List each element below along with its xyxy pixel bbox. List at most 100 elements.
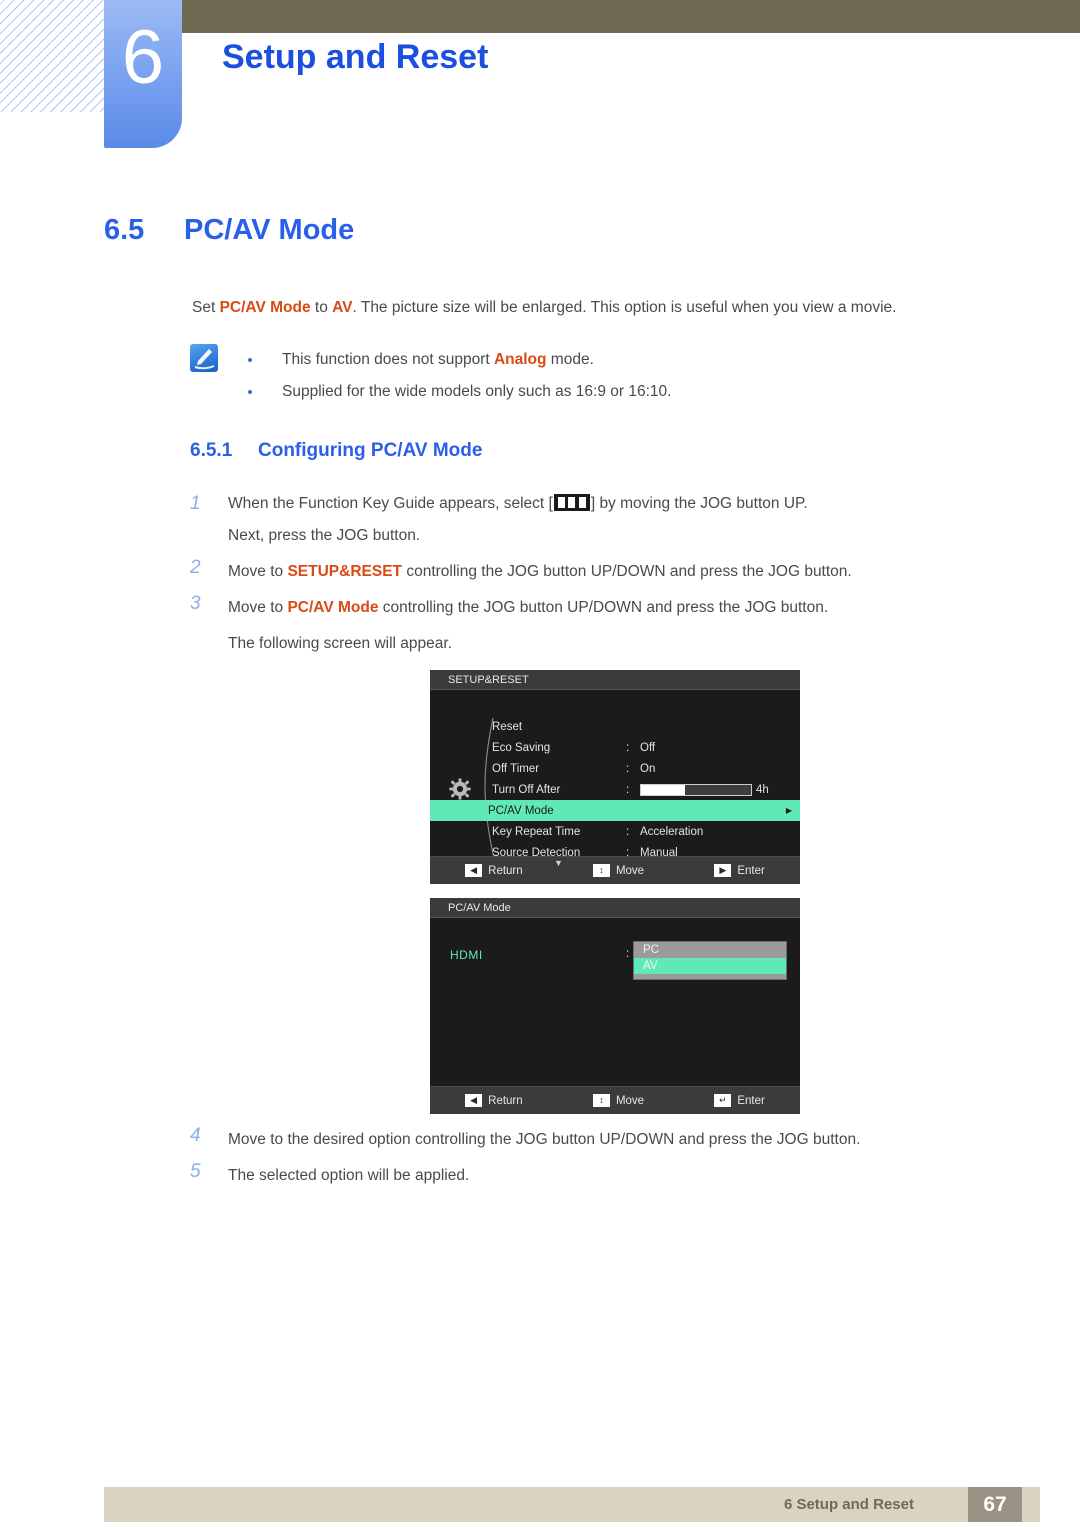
chapter-header: 6 Setup and Reset [0,0,1080,160]
pcav-mode-dropdown[interactable]: PC AV [634,942,786,979]
chapter-number: 6 [121,15,165,100]
note-text-2a: Supplied for the wide models only such a… [282,383,672,400]
step-text: The selected option will be applied. [228,1167,470,1184]
button-label: Return [488,1094,523,1107]
step-4: 4 Move to the desired option controlling… [190,1122,1020,1158]
intro-paragraph: Set PC/AV Mode to AV. The picture size w… [192,297,1022,319]
slider-value: 4h [756,783,769,796]
osd-move-button[interactable]: ↕ Move [592,1094,645,1107]
step-text: Move to the desired option controlling t… [228,1131,861,1148]
step-3-keyword: PC/AV Mode [287,599,379,616]
section-number: 6.5 [104,214,145,246]
enter-return-arrow-icon: ↵ [714,1094,732,1107]
button-label: Return [488,864,523,877]
note-keyword-analog: Analog [493,351,547,368]
page-number: 67 [968,1487,1022,1522]
row-value: Off [640,741,656,754]
row-colon: : [626,825,630,838]
row-label: Source Detection [492,846,581,859]
step-3-text-b: controlling the JOG button UP/DOWN and p… [378,599,829,616]
step-1-continuation: Next, press the JOG button. [228,527,421,544]
turn-off-after-slider[interactable]: 4h [640,783,769,796]
right-triangle-icon: ▶ [714,864,732,877]
steps-list-top: 1 When the Function Key Guide appears, s… [190,490,1020,662]
note-item: This function does not support Analog mo… [244,344,1004,376]
dropdown-option-pc[interactable]: PC [634,942,786,958]
row-label: Reset [492,720,523,733]
note-pen-icon [190,344,218,372]
button-label: Enter [737,1094,765,1107]
step-number: 5 [190,1161,201,1182]
osd-enter-button[interactable]: ▶ Enter [714,864,765,877]
slider-track[interactable] [640,783,752,796]
osd-row-key-repeat-time[interactable]: Key Repeat Time : Acceleration [430,821,800,842]
source-colon: : [626,948,630,960]
row-value: Acceleration [640,825,704,838]
page-footer: 6 Setup and Reset 67 [104,1487,1040,1522]
section-heading: 6.5 PC/AV Mode [104,214,354,247]
osd-row-eco-saving[interactable]: Eco Saving : Off [430,737,800,758]
osd-row-reset[interactable]: Reset [430,716,800,737]
subsection-heading: 6.5.1 Configuring PC/AV Mode [190,440,482,462]
row-value: On [640,762,656,775]
osd-row-source-detection[interactable]: Source Detection : Manual [430,842,800,863]
osd-row-off-timer[interactable]: Off Timer : On [430,758,800,779]
step-3-continuation: The following screen will appear. [228,635,453,652]
header-olive-bar [180,0,1080,33]
osd-return-button[interactable]: ◀ Return [465,1094,523,1107]
slider-fill [641,784,685,795]
subsection-title: Configuring PC/AV Mode [258,440,483,461]
osd-pcav-mode-panel: PC/AV Mode HDMI : PC AV ◀ Return ↕ Move … [430,898,800,1114]
step-1-text-b: ] by moving the JOG button UP. [590,495,808,512]
scroll-down-caret-icon[interactable]: ▼ [554,858,563,868]
up-down-arrow-icon: ↕ [592,1094,610,1107]
chapter-title: Setup and Reset [222,38,489,76]
step-number: 1 [190,493,201,514]
step-2-keyword: SETUP&RESET [287,563,403,580]
osd-return-button[interactable]: ◀ Return [465,864,523,877]
step-number: 3 [190,593,201,614]
dropdown-option-av[interactable]: AV [634,958,786,974]
left-triangle-icon: ◀ [465,864,483,877]
step-2-text-a: Move to [228,563,288,580]
button-label: Move [615,864,645,877]
row-label: Eco Saving [492,741,551,754]
osd-row-pcav-mode[interactable]: PC/AV Mode ▶ [430,800,800,821]
row-label: Off Timer [492,762,540,775]
intro-keyword-pcav: PC/AV Mode [219,299,311,316]
row-label: PC/AV Mode [488,804,554,817]
row-colon: : [626,783,630,796]
row-colon: : [626,762,630,775]
step-text: When the Function Key Guide appears, sel… [228,490,1020,518]
osd-move-button[interactable]: ↕ Move [592,864,645,877]
osd-title: SETUP&RESET [430,670,800,690]
osd-enter-button[interactable]: ↵ Enter [714,1094,765,1107]
step-3: 3 Move to PC/AV Mode controlling the JOG… [190,590,1020,662]
step-3-text-a: Move to [228,599,288,616]
row-colon: : [626,741,630,754]
row-value: Manual [640,846,678,859]
section-title: PC/AV Mode [184,214,355,246]
row-label: Key Repeat Time [492,825,581,838]
step-number: 2 [190,557,201,578]
note-text-1a: This function does not support [282,351,494,368]
button-label: Move [615,1094,645,1107]
intro-text-3: . The picture size will be enlarged. Thi… [352,299,897,316]
source-label-hdmi: HDMI [450,948,483,962]
osd-footer-pcav: ◀ Return ↕ Move ↵ Enter [430,1086,800,1114]
left-triangle-icon: ◀ [465,1094,483,1107]
osd-title: PC/AV Mode [430,898,800,918]
note-item: Supplied for the wide models only such a… [244,376,1004,408]
intro-text-1: Set [192,299,220,316]
footer-chapter-label: 6 Setup and Reset [783,1496,914,1513]
subsection-number: 6.5.1 [190,440,233,461]
osd-setup-and-reset-panel: SETUP&RESET Reset Eco Saving: Off Off T… [430,670,800,884]
button-label: Enter [737,864,765,877]
osd-body: HDMI : PC AV [430,918,800,1086]
row-colon: : [626,846,630,859]
osd-row-turn-off-after[interactable]: Turn Off After : 4h [430,779,800,800]
step-2-text-b: controlling the JOG button UP/DOWN and p… [402,563,852,580]
step-1: 1 When the Function Key Guide appears, s… [190,490,1020,554]
intro-text-2: to [310,299,333,316]
chevron-right-icon: ▶ [785,806,792,815]
